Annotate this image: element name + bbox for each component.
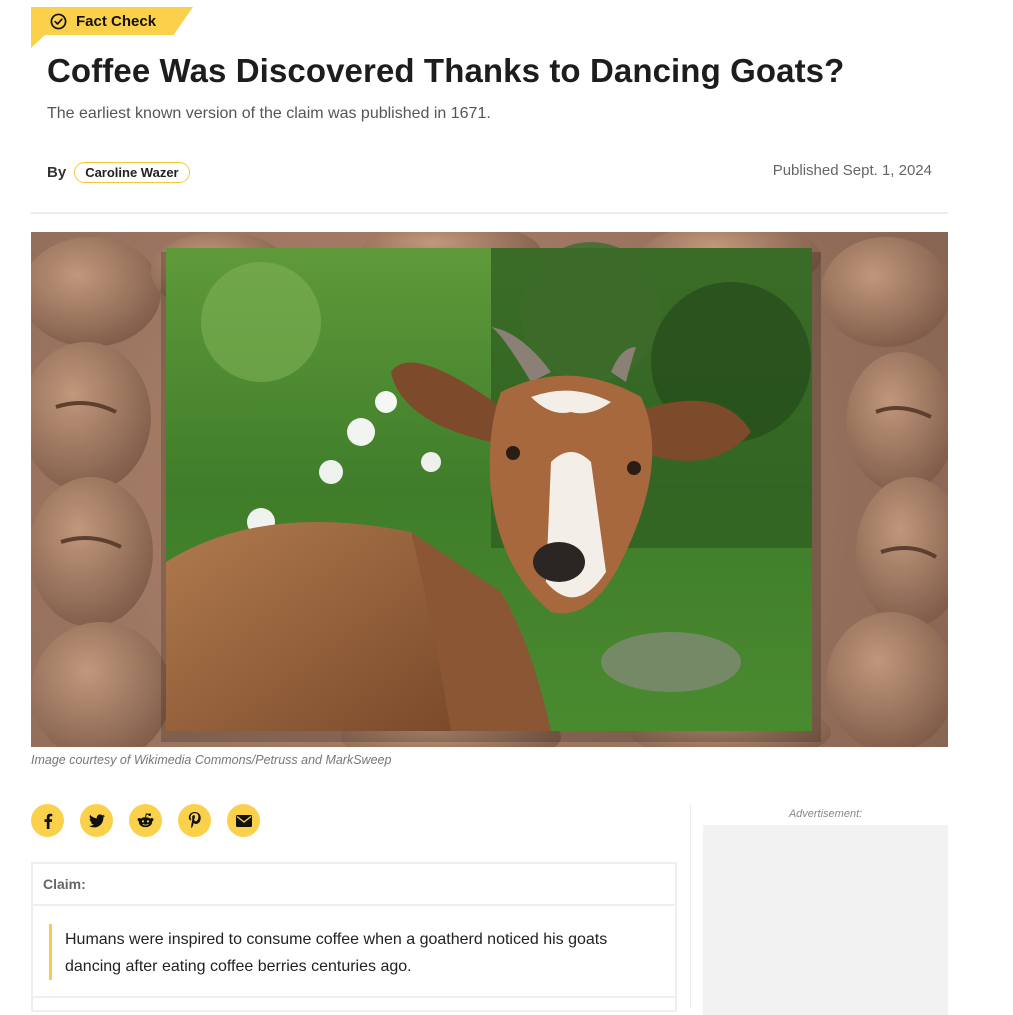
author-link[interactable]: Caroline Wazer (74, 162, 190, 183)
facebook-icon (44, 813, 52, 829)
fact-check-label: Fact Check (76, 12, 157, 30)
claim-text-line-1: Humans were inspired to consume coffee w… (65, 931, 608, 948)
share-reddit-button[interactable] (129, 804, 162, 837)
claim-body: Humans were inspired to consume coffee w… (33, 906, 675, 980)
hero-image (31, 232, 948, 747)
published-date: Published Sept. 1, 2024 (772, 162, 932, 179)
share-pinterest-button[interactable] (178, 804, 211, 837)
article-title: Coffee Was Discovered Thanks to Dancing … (47, 52, 845, 89)
twitter-icon (88, 813, 105, 827)
check-circle-icon (50, 13, 67, 29)
header-divider (31, 212, 948, 214)
advertisement-slot[interactable] (703, 825, 948, 1015)
goat-photo (166, 242, 812, 731)
sidebar-divider (690, 804, 691, 1007)
byline: By Caroline Wazer (47, 162, 190, 183)
fact-check-label-group: Fact Check (50, 11, 156, 31)
pinterest-icon (188, 812, 201, 829)
claim-text-line-2: dancing after eating coffee berries cent… (65, 958, 412, 975)
claim-label: Claim: (33, 864, 675, 906)
email-icon (235, 814, 252, 827)
hero-illustration (31, 232, 948, 747)
claim-box: Claim: Humans were inspired to consume c… (31, 862, 677, 1012)
article-subtitle: The earliest known version of the claim … (47, 105, 491, 122)
reddit-icon (137, 813, 154, 828)
claim-divider (33, 996, 675, 998)
by-label: By (47, 164, 67, 181)
image-caption: Image courtesy of Wikimedia Commons/Petr… (31, 753, 392, 767)
share-facebook-button[interactable] (31, 804, 64, 837)
share-twitter-button[interactable] (80, 804, 113, 837)
advertisement-label: Advertisement: (788, 808, 863, 820)
share-email-button[interactable] (227, 804, 260, 837)
claim-accent-bar (49, 924, 52, 980)
share-bar (31, 804, 276, 837)
